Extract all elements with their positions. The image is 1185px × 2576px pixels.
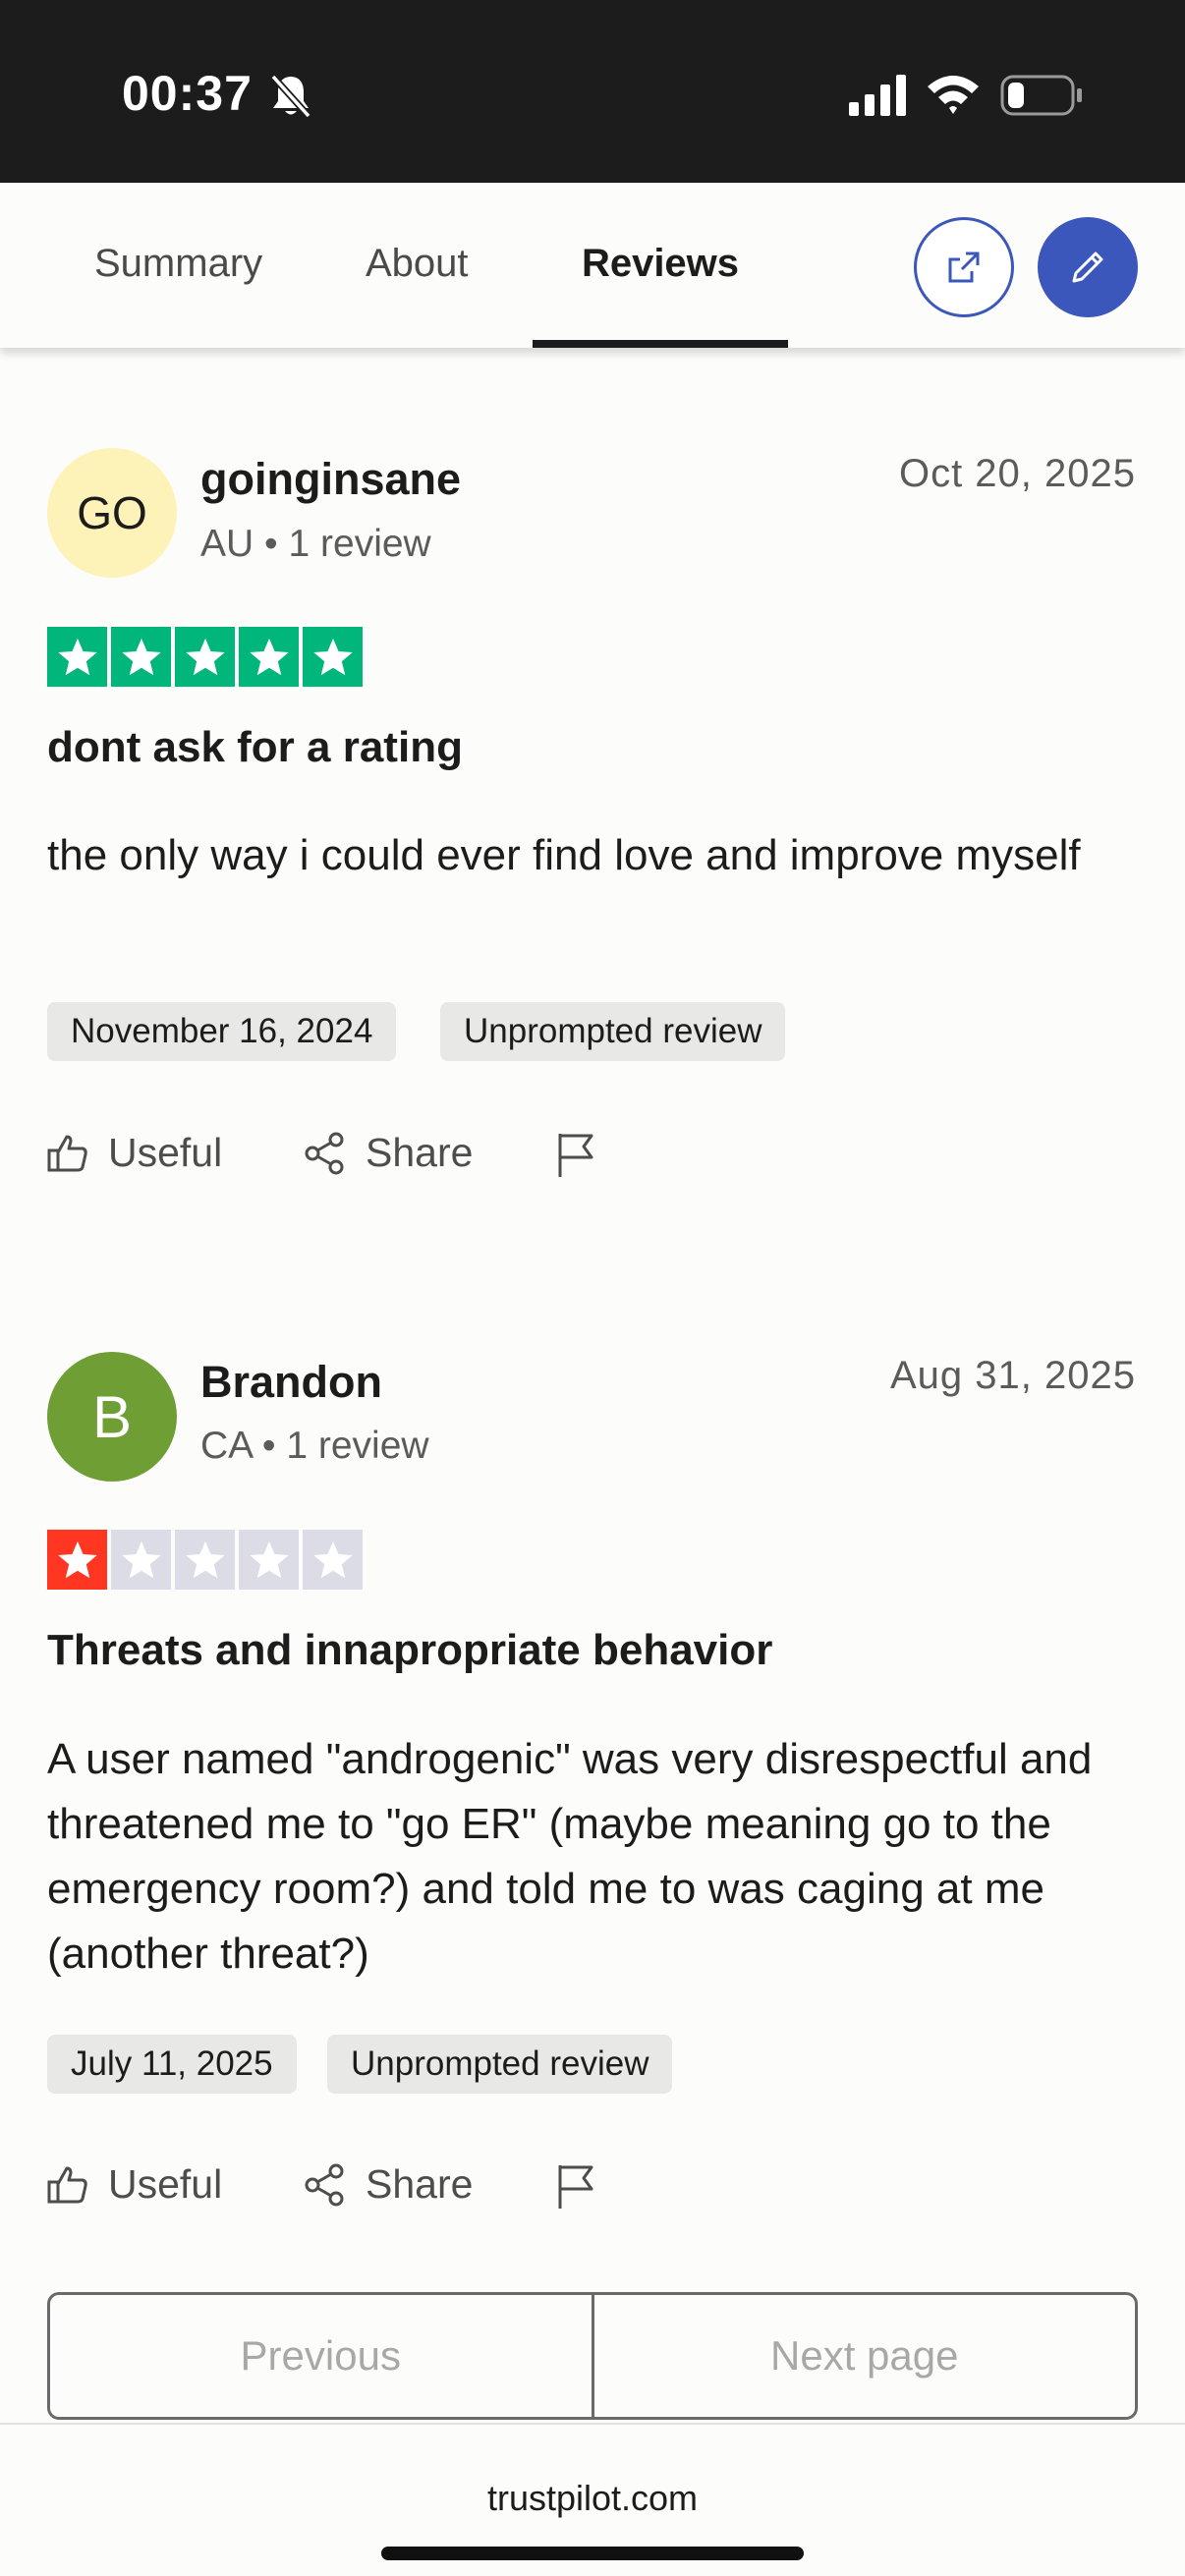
tab-about[interactable]: About (366, 183, 469, 348)
reviewer-name[interactable]: Brandon (200, 1357, 382, 1408)
unprompted-review-badge: Unprompted review (440, 1002, 786, 1061)
review-title: dont ask for a rating (47, 723, 463, 771)
share-icon (305, 1132, 344, 1174)
avatar: GO (47, 448, 177, 578)
bell-slash-icon (270, 74, 311, 119)
star-icon (303, 1530, 363, 1590)
report-button[interactable] (552, 2161, 597, 2211)
reviewer-meta: AU • 1 review (200, 523, 431, 565)
status-time: 00:37 (122, 66, 253, 121)
pencil-icon (1072, 252, 1103, 283)
home-indicator[interactable] (381, 2547, 804, 2560)
star-icon (111, 627, 171, 687)
star-icon (175, 627, 235, 687)
review-body: A user named "androgenic" was very disre… (47, 1735, 1093, 1978)
tab-bar: Summary About Reviews (0, 183, 1185, 348)
next-page-button[interactable]: Next page (594, 2295, 1136, 2417)
open-external-button[interactable] (914, 217, 1014, 317)
avatar: B (47, 1352, 177, 1482)
unprompted-review-badge: Unprompted review (327, 2035, 673, 2094)
share-icon (305, 2163, 344, 2206)
experience-date-badge: November 16, 2024 (47, 1002, 397, 1061)
review-date: Aug 31, 2025 (890, 1354, 1136, 1397)
star-icon (239, 1530, 299, 1590)
review-body: the only way i could ever find love and … (47, 831, 1081, 879)
address-bar-domain[interactable]: trustpilot.com (0, 2478, 1185, 2519)
useful-button[interactable]: Useful (45, 1130, 222, 1176)
star-icon (303, 627, 363, 687)
thumbs-up-icon (47, 1135, 87, 1171)
report-button[interactable] (552, 1130, 597, 1179)
review-title: Threats and innapropriate behavior (47, 1626, 773, 1674)
review-date: Oct 20, 2025 (898, 452, 1136, 495)
browser-bottom-bar: trustpilot.com (0, 2423, 1185, 2576)
previous-page-button[interactable]: Previous (50, 2295, 592, 2417)
external-link-icon (948, 252, 980, 283)
share-button[interactable]: Share (303, 1130, 473, 1176)
write-review-button[interactable] (1038, 217, 1138, 317)
cellular-signal-icon (849, 75, 906, 116)
share-label: Share (366, 2161, 474, 2207)
flag-icon (558, 2165, 593, 2209)
star-rating (47, 627, 363, 687)
tab-summary[interactable]: Summary (94, 183, 262, 348)
star-icon (111, 1530, 171, 1590)
star-icon (175, 1530, 235, 1590)
star-icon (47, 627, 107, 687)
experience-date-badge: July 11, 2025 (47, 2035, 297, 2094)
status-bar: 00:37 (0, 0, 1185, 183)
thumbs-up-icon (47, 2166, 87, 2203)
share-label: Share (366, 1130, 474, 1175)
useful-label: Useful (108, 1130, 223, 1175)
useful-button[interactable]: Useful (45, 2161, 222, 2208)
reviewer-name[interactable]: goinginsane (200, 454, 461, 505)
battery-icon (1000, 75, 1082, 116)
star-rating (47, 1530, 363, 1590)
star-icon (239, 627, 299, 687)
tab-reviews[interactable]: Reviews (533, 183, 788, 348)
share-button[interactable]: Share (303, 2161, 473, 2208)
wifi-icon (928, 76, 979, 114)
flag-icon (558, 1134, 593, 1177)
pagination: Previous Next page (47, 2292, 1138, 2420)
reviewer-meta: CA • 1 review (200, 1425, 429, 1467)
useful-label: Useful (108, 2161, 223, 2207)
active-tab-indicator (533, 340, 788, 348)
star-icon (47, 1530, 107, 1590)
